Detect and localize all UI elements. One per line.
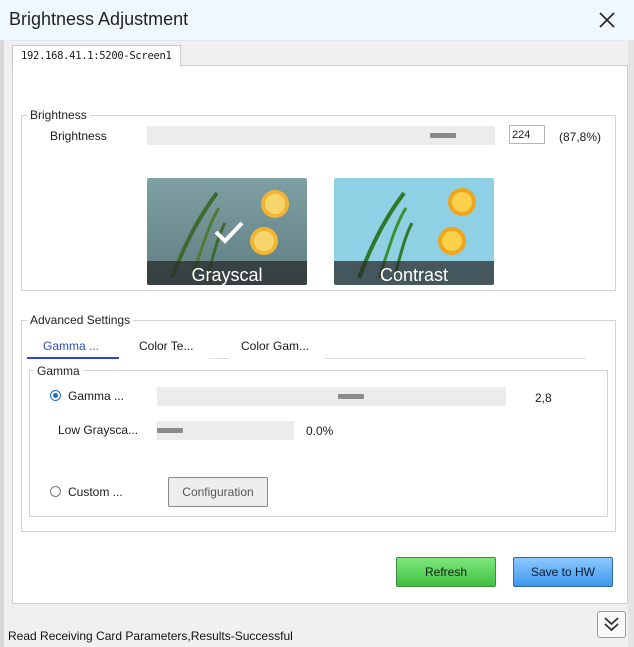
preset-contrast-label: Contrast (334, 261, 494, 285)
subtab-divider (325, 358, 586, 359)
preset-contrast[interactable]: Contrast (334, 178, 494, 285)
checkmark-icon (214, 221, 244, 244)
background-strip-left (0, 40, 4, 647)
gamma-group-label: Gamma (34, 364, 83, 378)
configuration-button[interactable]: Configuration (168, 477, 268, 507)
low-grayscale-value: 0.0% (306, 424, 334, 438)
preset-grayscale[interactable]: Grayscal (147, 178, 307, 285)
gamma-slider[interactable] (157, 387, 506, 406)
close-icon (599, 12, 615, 28)
refresh-button[interactable]: Refresh (396, 557, 496, 587)
brightness-value-input[interactable]: 224 (509, 125, 545, 144)
window-title: Brightness Adjustment (9, 9, 189, 29)
subtab-gamma[interactable]: Gamma ... (43, 339, 99, 353)
low-grayscale-slider[interactable] (157, 421, 294, 440)
low-grayscale-label: Low Graysca... (58, 423, 139, 437)
advanced-settings-label: Advanced Settings (27, 313, 134, 327)
subtab-color-gamut[interactable]: Color Gam... (241, 339, 309, 353)
preset-grayscale-label: Grayscal (147, 261, 307, 285)
double-chevron-down-icon (604, 617, 619, 632)
expand-button[interactable] (597, 611, 626, 638)
gamma-value: 2,8 (535, 391, 552, 405)
tab-screen[interactable]: 192.168.41.1:5200-Screen1 (12, 45, 181, 67)
brightness-percent: (87,8%) (559, 130, 602, 144)
background-strip-right (628, 40, 634, 647)
brightness-label: Brightness (50, 129, 107, 143)
subtab-gamma-underline (27, 357, 119, 359)
brightness-slider[interactable] (147, 126, 495, 145)
save-to-hw-button[interactable]: Save to HW (513, 557, 613, 587)
brightness-slider-thumb[interactable] (430, 133, 456, 138)
close-button[interactable] (596, 9, 618, 31)
gamma-option-label: Gamma ... (68, 389, 125, 403)
custom-radio[interactable] (50, 486, 61, 497)
gamma-slider-thumb[interactable] (338, 394, 364, 399)
subtab-color-temperature[interactable]: Color Te... (139, 339, 193, 353)
gamma-radio[interactable] (50, 390, 61, 401)
subtab-divider (209, 358, 229, 359)
brightness-group-label: Brightness (27, 108, 90, 122)
status-message: Read Receiving Card Parameters,Results-S… (8, 629, 293, 643)
low-grayscale-slider-thumb[interactable] (157, 428, 183, 433)
custom-option-label: Custom ... (68, 485, 123, 499)
